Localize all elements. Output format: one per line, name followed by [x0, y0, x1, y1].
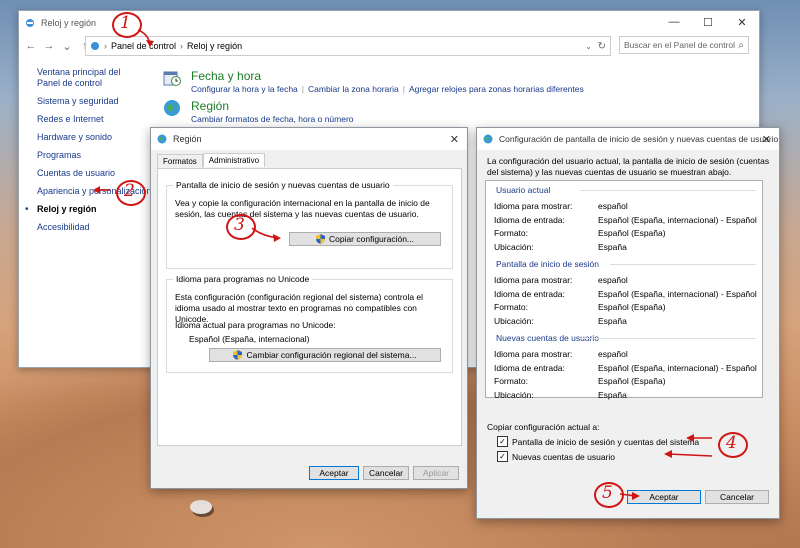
- arrow-4b: [667, 453, 713, 457]
- annotation-arrows: [93, 29, 713, 500]
